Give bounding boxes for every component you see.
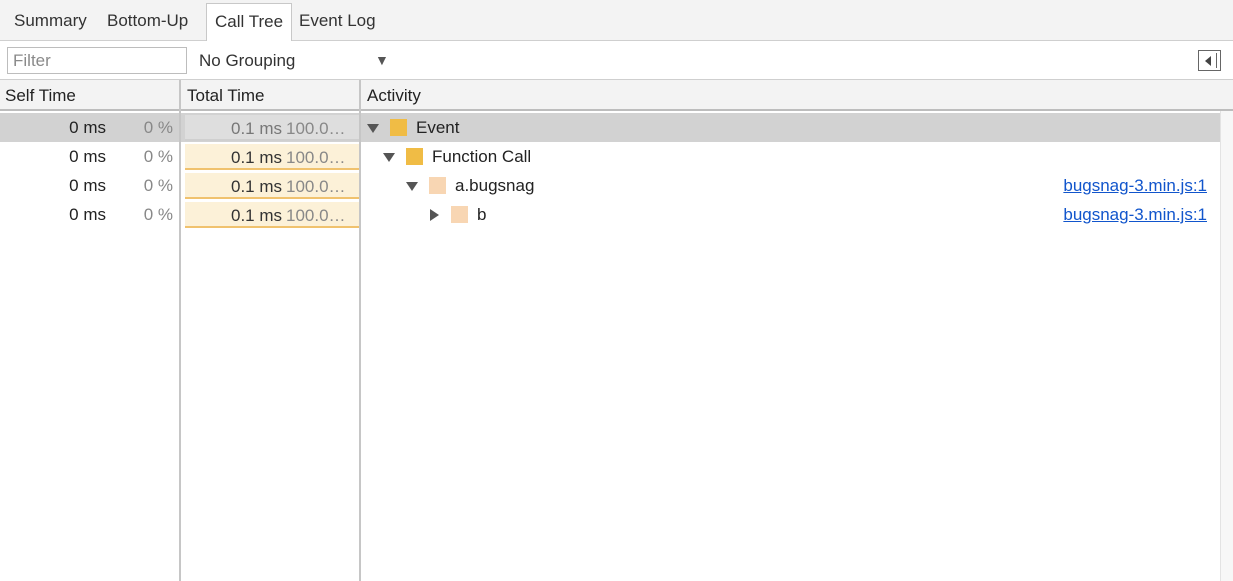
total-time-bar: 0.1 ms 100.0… <box>185 173 359 199</box>
activity-label: Function Call <box>432 147 532 166</box>
collapse-arrow-icon <box>1205 56 1211 66</box>
activity-label: Event <box>416 118 460 137</box>
self-time-percent: 0 % <box>143 147 173 166</box>
column-divider[interactable] <box>179 80 181 581</box>
call-tree-toolbar: No Grouping ▼ <box>0 41 1233 80</box>
category-swatch-icon <box>406 148 423 165</box>
vertical-scrollbar[interactable] <box>1220 111 1233 581</box>
total-time-percent: 100.0… <box>286 177 346 196</box>
total-time-bar: 0.1 ms 100.0… <box>185 115 359 141</box>
self-time-value: 0 ms <box>69 118 106 137</box>
column-divider[interactable] <box>359 80 361 581</box>
chevron-down-icon[interactable]: ▼ <box>375 41 389 80</box>
self-time-percent: 0 % <box>143 118 173 137</box>
category-swatch-icon <box>390 119 407 136</box>
column-header-self-time[interactable]: Self Time <box>5 80 76 111</box>
table-row[interactable]: 0 ms 0 % 0.1 ms 100.0… b bugsnag-3.min.js:1 <box>0 200 1220 229</box>
tab-summary[interactable]: Summary <box>6 0 95 41</box>
self-time-value: 0 ms <box>69 205 106 224</box>
table-row[interactable]: 0 ms 0 % 0.1 ms 100.0… Function Call <box>0 142 1220 171</box>
self-time-percent: 0 % <box>143 176 173 195</box>
total-time-value: 0.1 ms <box>231 206 283 225</box>
grouping-select[interactable]: No Grouping <box>199 41 295 80</box>
activity-label: b <box>477 205 487 224</box>
category-swatch-icon <box>429 177 446 194</box>
activity-label: a.bugsnag <box>455 176 535 195</box>
tab-event-log[interactable]: Event Log <box>291 0 384 41</box>
expand-arrow-down-icon[interactable] <box>406 182 418 191</box>
expand-arrow-down-icon[interactable] <box>367 124 379 133</box>
total-time-value: 0.1 ms <box>231 119 283 138</box>
source-link[interactable]: bugsnag-3.min.js:1 <box>1063 171 1207 200</box>
panel-tab-bar: Summary Bottom-Up Call Tree Event Log <box>0 0 1233 44</box>
self-time-percent: 0 % <box>143 205 173 224</box>
total-time-value: 0.1 ms <box>231 148 283 167</box>
table-row[interactable]: 0 ms 0 % 0.1 ms 100.0… a.bugsnag bugsnag-3.mi… <box>0 171 1220 200</box>
column-header-total-time[interactable]: Total Time <box>187 80 264 111</box>
self-time-value: 0 ms <box>69 147 106 166</box>
expand-arrow-down-icon[interactable] <box>383 153 395 162</box>
tab-bottom-up[interactable]: Bottom-Up <box>99 0 196 41</box>
total-time-percent: 100.0… <box>286 206 346 225</box>
total-time-bar: 0.1 ms 100.0… <box>185 144 359 170</box>
dock-side-icon[interactable] <box>1198 50 1221 71</box>
column-header-activity[interactable]: Activity <box>367 80 421 111</box>
source-link[interactable]: bugsnag-3.min.js:1 <box>1063 200 1207 229</box>
total-time-percent: 100.0… <box>286 119 346 138</box>
total-time-bar: 0.1 ms 100.0… <box>185 202 359 228</box>
table-row[interactable]: 0 ms 0 % 0.1 ms 100.0… Event <box>0 113 1220 142</box>
category-swatch-icon <box>451 206 468 223</box>
total-time-percent: 100.0… <box>286 148 346 167</box>
self-time-value: 0 ms <box>69 176 106 195</box>
column-header-row: Self Time Total Time Activity <box>0 80 1233 111</box>
tab-call-tree[interactable]: Call Tree <box>206 3 293 44</box>
total-time-value: 0.1 ms <box>231 177 283 196</box>
filter-input[interactable] <box>7 47 187 74</box>
expand-arrow-right-icon[interactable] <box>430 209 439 221</box>
